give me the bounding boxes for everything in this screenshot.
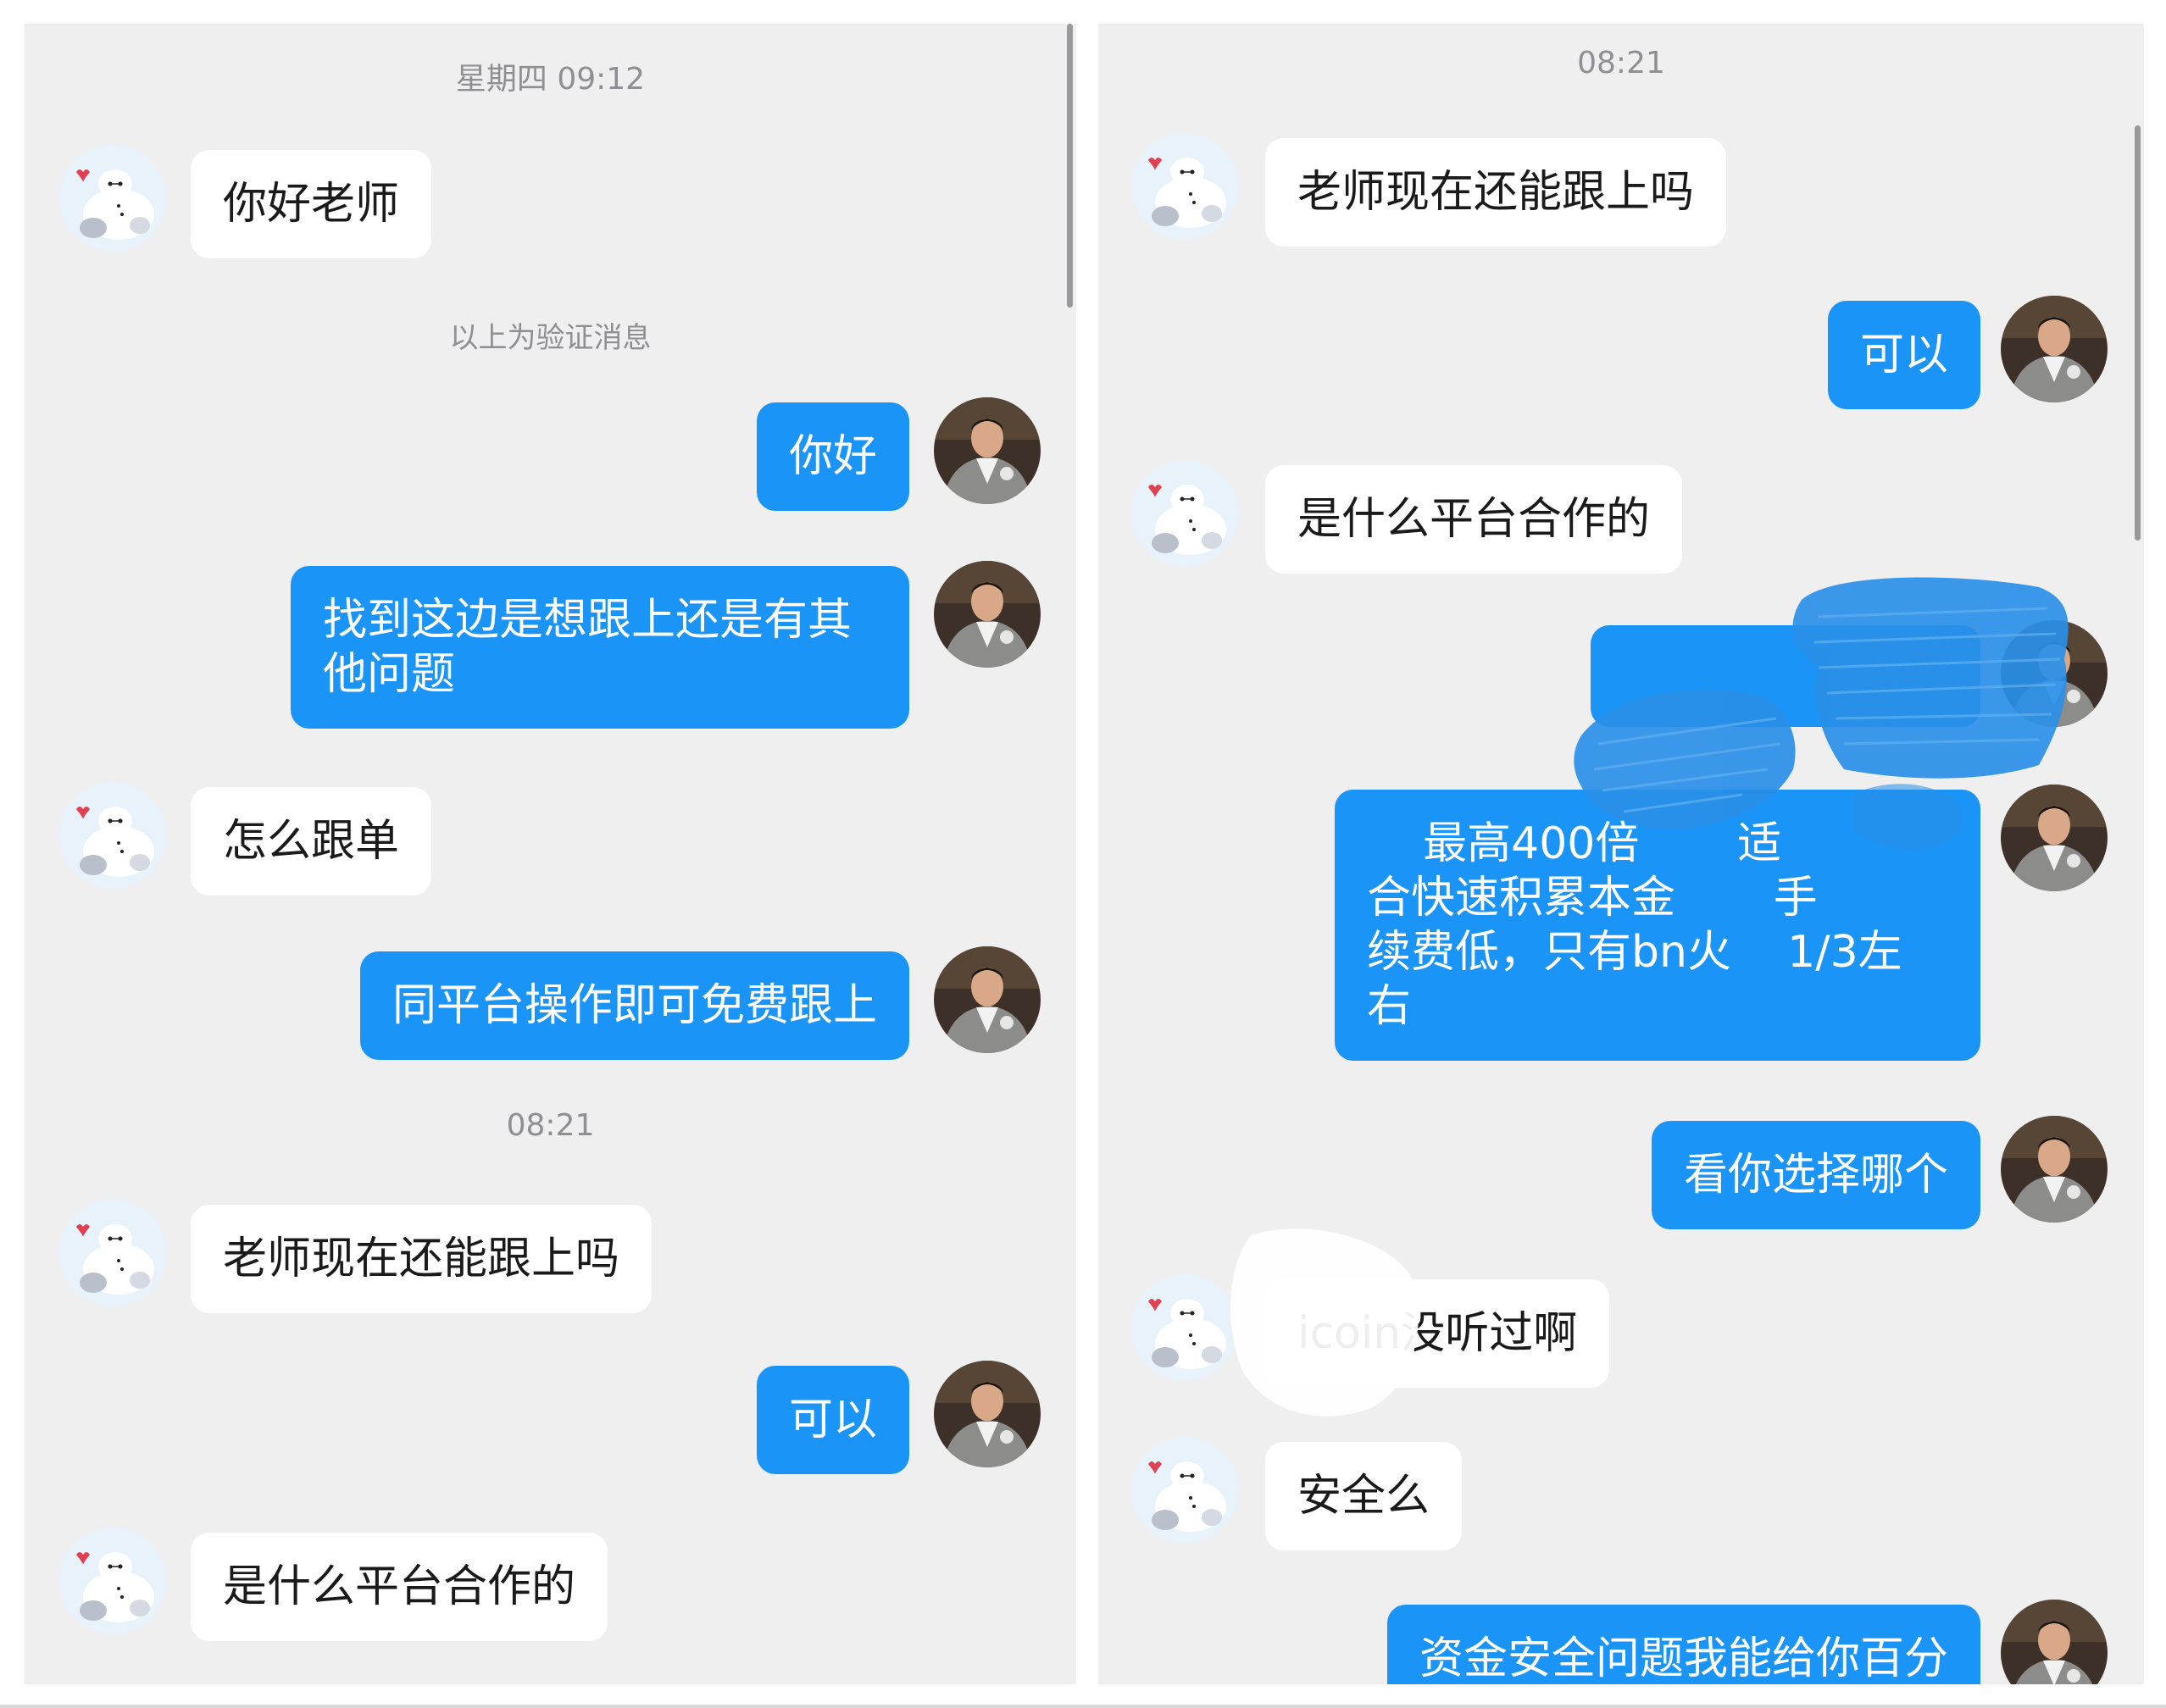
message-incoming[interactable]: icoin没听过啊	[1265, 1279, 1610, 1388]
message-outgoing[interactable]: 找到这边是想跟上还是有其 他问题	[291, 566, 909, 729]
message-incoming[interactable]: 是什么平台合作的	[1265, 465, 1683, 574]
self-avatar-icon[interactable]	[2001, 296, 2108, 402]
contact-avatar-icon[interactable]	[1131, 133, 1238, 240]
bottom-divider	[0, 1705, 2166, 1708]
message-incoming[interactable]: 你好老师	[191, 150, 432, 258]
scrollbar[interactable]	[2135, 125, 2141, 541]
message-incoming[interactable]: 怎么跟单	[191, 787, 432, 896]
message-incoming[interactable]: 老师现在还能跟上吗	[1265, 138, 1727, 247]
message-outgoing[interactable]: 可以	[1827, 301, 1980, 409]
verification-notice: 以上为验证消息	[449, 321, 652, 355]
message-outgoing[interactable]: 看你选择哪个	[1651, 1121, 1980, 1229]
chat-timestamp: 08:21	[1577, 46, 1665, 80]
chat-timestamp: 星期四 09:12	[455, 62, 646, 97]
self-avatar-icon[interactable]	[934, 397, 1041, 504]
message-outgoing-redacted[interactable]	[1591, 625, 1980, 727]
message-incoming[interactable]: 是什么平台合作的	[191, 1533, 608, 1641]
chat-panel-left[interactable]: 星期四 09:12 你好老师 以上为验证消息 你好 找到这边是想跟上还是有其 他…	[25, 24, 1076, 1684]
contact-avatar-icon[interactable]	[59, 1200, 166, 1306]
self-avatar-icon[interactable]	[2001, 1600, 2108, 1684]
contact-avatar-icon[interactable]	[1131, 1274, 1238, 1381]
contact-avatar-icon[interactable]	[59, 782, 166, 889]
message-incoming[interactable]: 安全么	[1265, 1442, 1463, 1550]
contact-avatar-icon[interactable]	[1131, 460, 1238, 567]
message-outgoing[interactable]: 你好	[756, 402, 909, 511]
self-avatar-icon[interactable]	[934, 946, 1041, 1053]
self-avatar-icon[interactable]	[2001, 785, 2108, 891]
contact-avatar-icon[interactable]	[59, 1528, 166, 1634]
message-incoming[interactable]: 老师现在还能跟上吗	[191, 1205, 653, 1313]
contact-avatar-icon[interactable]	[1131, 1437, 1238, 1544]
chat-timestamp: 08:21	[506, 1108, 595, 1143]
self-avatar-icon[interactable]	[934, 561, 1041, 668]
message-outgoing[interactable]: 同平台操作即可免费跟上	[359, 951, 909, 1060]
self-avatar-icon[interactable]	[934, 1361, 1041, 1467]
self-avatar-icon[interactable]	[2001, 1116, 2108, 1223]
message-outgoing[interactable]: 资金安全问题我能给你百分	[1386, 1605, 1980, 1684]
message-outgoing[interactable]: 最高400倍 适 合快速积累本金 手 续费低，只有bn火 1/3左 右	[1335, 790, 1980, 1061]
chat-panel-right[interactable]: 08:21 老师现在还能跟上吗 可以 是什么平台合作的 最高400倍 适 合快速…	[1098, 24, 2144, 1684]
message-outgoing[interactable]: 可以	[756, 1366, 909, 1474]
self-avatar-icon[interactable]	[2001, 620, 2108, 727]
contact-avatar-icon[interactable]	[59, 145, 166, 252]
